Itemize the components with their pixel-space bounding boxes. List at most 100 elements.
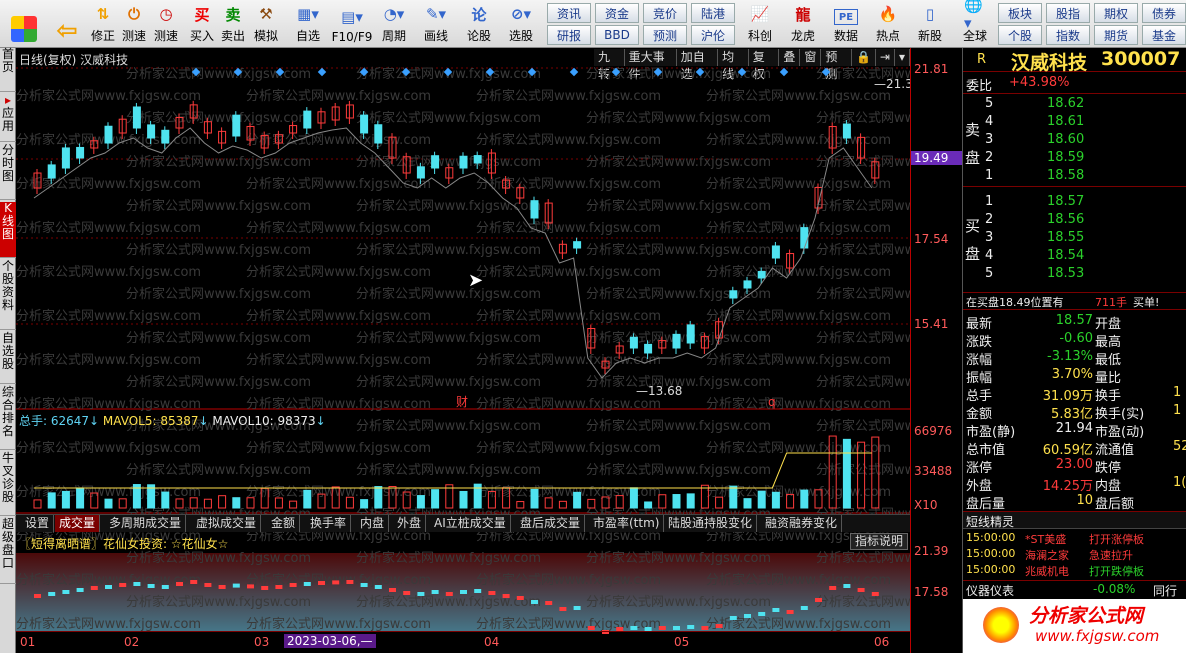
tab-settings[interactable]: 设置 [21,515,55,532]
toolbar-watchlist-button[interactable]: ▦▾ 自选 [290,2,326,46]
nav-timeshare-label: 分时图 [1,143,14,183]
toolbar-buy-label: 买入 [189,29,214,43]
toolbar-research-button[interactable]: 研报 [547,25,591,45]
indicator-bar [630,626,638,630]
news-label: 资讯 [556,6,581,21]
watermark-text: 分析家公式网www.fxjgsw.com [706,132,891,148]
event-diamond-icon [779,67,789,77]
toolbar-select-button[interactable]: ⊘▾ 选股 [502,2,540,46]
sell-level-price[interactable]: 18.59 [1047,150,1084,165]
sprite-action: 打开跌停板 [1089,565,1144,578]
tab-hk-holding[interactable]: 陆股通持股变化 [664,515,758,532]
sell-level-price[interactable]: 18.61 [1047,114,1084,129]
nav-apps[interactable]: ▸应用 [0,94,16,142]
sell-level-price[interactable]: 18.58 [1047,168,1084,183]
tab-outer[interactable]: 外盘 [393,515,427,532]
buy-level-num: 3 [985,230,994,245]
toolbar-fund-button[interactable]: 基金 [1142,25,1186,45]
toolbar-forecast-button[interactable]: 预测 [643,25,687,45]
tab-pe-ttm[interactable]: 市盈率(ttm) [589,515,665,532]
nav-diagnosis[interactable]: 牛叉诊股 [0,452,16,516]
tab-after-volume[interactable]: 盘后成交量 [516,515,586,532]
f10-icon: ▤▾ [341,8,363,26]
tab-inner[interactable]: 内盘 [356,515,390,532]
sell-level-num: 5 [985,96,994,111]
watermark-text: 分析家公式网www.fxjgsw.com [816,594,910,610]
watermark-text: 分析家公式网www.fxjgsw.com [586,594,771,610]
tab-ai-volume[interactable]: AI立桩成交量 [430,515,511,532]
toolbar-london-button[interactable]: 沪伦 [691,25,735,45]
toolbar-forum-button[interactable]: 论论股 [464,2,494,46]
tab-multi-volume[interactable]: 多周期成交量 [105,515,187,532]
toolbar-sector-button[interactable]: 板块 [998,3,1042,23]
nav-home[interactable]: 首页 [0,48,16,92]
buy-level-price[interactable]: 18.54 [1047,248,1084,263]
volume-bar [360,499,369,509]
toolbar-indices-button[interactable]: 指数 [1046,25,1090,45]
buy-level-price[interactable]: 18.53 [1047,266,1084,281]
nav-timeshare[interactable]: 分时图 [0,144,16,200]
nav-stock-info[interactable]: 个股资料 [0,260,16,330]
current-price-tag: 19.49 [911,151,963,165]
price-axis: 21.81 19.49 17.54 15.41 66976 33488 X10 … [910,48,963,653]
toolbar-draw-button[interactable]: ✎▾ 画线 [418,2,454,46]
sprite-stock[interactable]: *ST美盛 [1025,531,1066,547]
weibi-row: 委比 +43.98% [963,74,1186,94]
toolbar-measure-button[interactable]: ◷ 测速 [151,2,181,46]
indicator-bar [829,586,837,590]
toolbar-bbd-button[interactable]: BBD [595,25,639,45]
indicator-bar [857,588,865,592]
sprite-stock[interactable]: 兆威机电 [1025,563,1069,579]
toolbar-star-market-button[interactable]: 📈 科创 [742,2,778,46]
toolbar-hot-button[interactable]: 🔥 热点 [870,2,906,46]
tab-turnover[interactable]: 换手率 [306,515,352,532]
buy-level-price[interactable]: 18.57 [1047,194,1084,209]
toolbar-windows-button[interactable] [6,2,42,46]
buy-level-num: 2 [985,212,994,227]
nav-ranking[interactable]: 综合排名 [0,386,16,450]
tab-volume[interactable]: 成交量 [55,515,101,532]
toolbar-speed-button[interactable]: ⏻ 测速 [120,2,148,46]
toolbar-back-button[interactable]: ⇦ [50,2,84,46]
toolbar-buy-button[interactable]: 买买入 [188,2,216,46]
watermark-text: 分析家公式网www.fxjgsw.com [706,352,891,368]
toolbar-global-button[interactable]: 🌐▾ 全球 [955,0,995,46]
toolbar-funds-button[interactable]: 资金 [595,3,639,23]
buy-level-price[interactable]: 18.56 [1047,212,1084,227]
toolbar-sell-button[interactable]: 卖卖出 [219,2,247,46]
sprite-header[interactable]: 短线精灵 [963,511,1186,529]
toolbar-stock-button[interactable]: 个股 [998,25,1042,45]
indicator-help-button[interactable]: 指标说明 [850,533,909,550]
tab-virtual-volume[interactable]: 虚拟成交量 [192,515,262,532]
toolbar-fix-button[interactable]: ⇅ 修正 [88,2,118,46]
nav-watchlist[interactable]: 自选股 [0,332,16,384]
toolbar-data-button[interactable]: PE 数据 [828,2,864,46]
toolbar-futures-button[interactable]: 期货 [1094,25,1138,45]
toolbar-index-futures-button[interactable]: 股指 [1046,3,1090,23]
toolbar-ipo-button[interactable]: ▯ 新股 [912,2,948,46]
nav-kline[interactable]: K线图 [0,202,16,258]
toolbar-news-button[interactable]: 资讯 [547,3,591,23]
nav-super-panel[interactable]: 超级盘口 [0,518,16,584]
sell-level-price[interactable]: 18.60 [1047,132,1084,147]
toolbar-period-button[interactable]: ◔▾ 周期 [376,2,412,46]
toolbar-dragon-button[interactable]: 龍龙虎 [785,2,821,46]
toolbar-sim-button[interactable]: ⚒ 模拟 [251,2,281,46]
toolbar-bonds-button[interactable]: 债券 [1142,3,1186,23]
toolbar-options-button[interactable]: 期权 [1094,3,1138,23]
toolbar-hk-button[interactable]: 陆港 [691,3,735,23]
sprite-stock[interactable]: 海澜之家 [1025,547,1069,563]
indicator-bar [531,600,538,604]
stock-label: 个股 [1007,28,1032,43]
buy-level-price[interactable]: 18.55 [1047,230,1084,245]
sell-level-price[interactable]: 18.62 [1047,96,1084,111]
watermark-text: 分析家公式网www.fxjgsw.com [356,462,541,478]
tab-margin[interactable]: 融资融券变化 [761,515,843,532]
tab-amount[interactable]: 金额 [267,515,301,532]
watermark-text: 分析家公式网www.fxjgsw.com [16,88,201,104]
indicator-label-1: 21.39 [914,544,949,558]
ipo-icon: ▯ [925,5,935,23]
toolbar-f10-button[interactable]: ▤▾ F10/F9 [330,2,374,46]
toolbar-auction-button[interactable]: 竞价 [643,3,687,23]
kline-chart-area[interactable]: 日线(复权) 汉威科技 九转 重大事件 加自选 均线 复权 叠 窗 预测 🔒 ⇥… [16,48,910,653]
